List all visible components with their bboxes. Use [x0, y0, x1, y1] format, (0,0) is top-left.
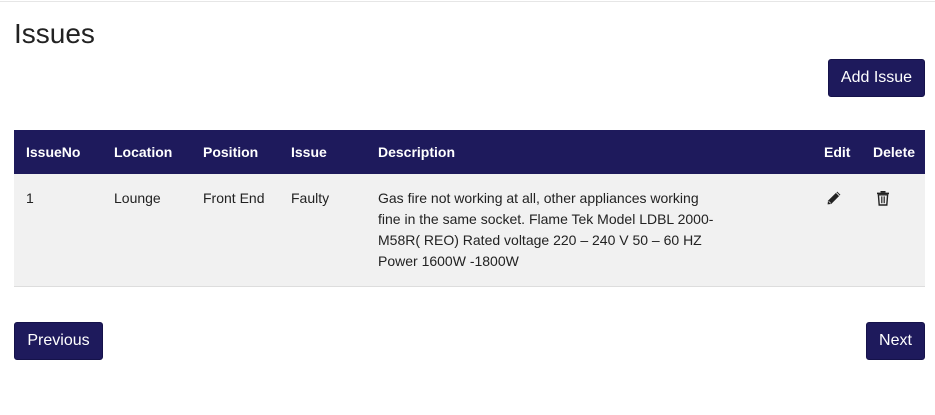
header-location: Location — [114, 130, 203, 174]
header-edit: Edit — [824, 130, 873, 174]
previous-button[interactable]: Previous — [14, 322, 103, 360]
header-position: Position — [203, 130, 291, 174]
top-divider — [0, 1, 935, 2]
add-issue-button[interactable]: Add Issue — [828, 59, 925, 97]
table-row: 1 Lounge Front End Faulty Gas fire not w… — [14, 174, 925, 287]
cell-description: Gas fire not working at all, other appli… — [378, 174, 824, 287]
header-delete: Delete — [873, 130, 925, 174]
table-header: IssueNo Location Position Issue Descript… — [14, 130, 925, 174]
cell-edit — [824, 174, 873, 287]
cell-delete — [873, 174, 925, 287]
cell-issue-no: 1 — [14, 174, 114, 287]
next-button[interactable]: Next — [866, 322, 925, 360]
header-issue-no: IssueNo — [14, 130, 114, 174]
trash-icon-graphic — [877, 191, 889, 206]
page-title: Issues — [14, 18, 95, 49]
description-text: Gas fire not working at all, other appli… — [378, 190, 714, 269]
cell-issue: Faulty — [291, 174, 378, 287]
header-row: IssueNo Location Position Issue Descript… — [14, 130, 925, 174]
cell-location: Lounge — [114, 174, 203, 287]
header-issue: Issue — [291, 130, 378, 174]
pencil-icon[interactable] — [826, 190, 842, 206]
table-body: 1 Lounge Front End Faulty Gas fire not w… — [14, 174, 925, 287]
pencil-icon-graphic — [827, 191, 841, 205]
trash-icon[interactable] — [875, 190, 891, 206]
header-description: Description — [378, 130, 824, 174]
issues-table: IssueNo Location Position Issue Descript… — [14, 130, 925, 287]
cell-position: Front End — [203, 174, 291, 287]
